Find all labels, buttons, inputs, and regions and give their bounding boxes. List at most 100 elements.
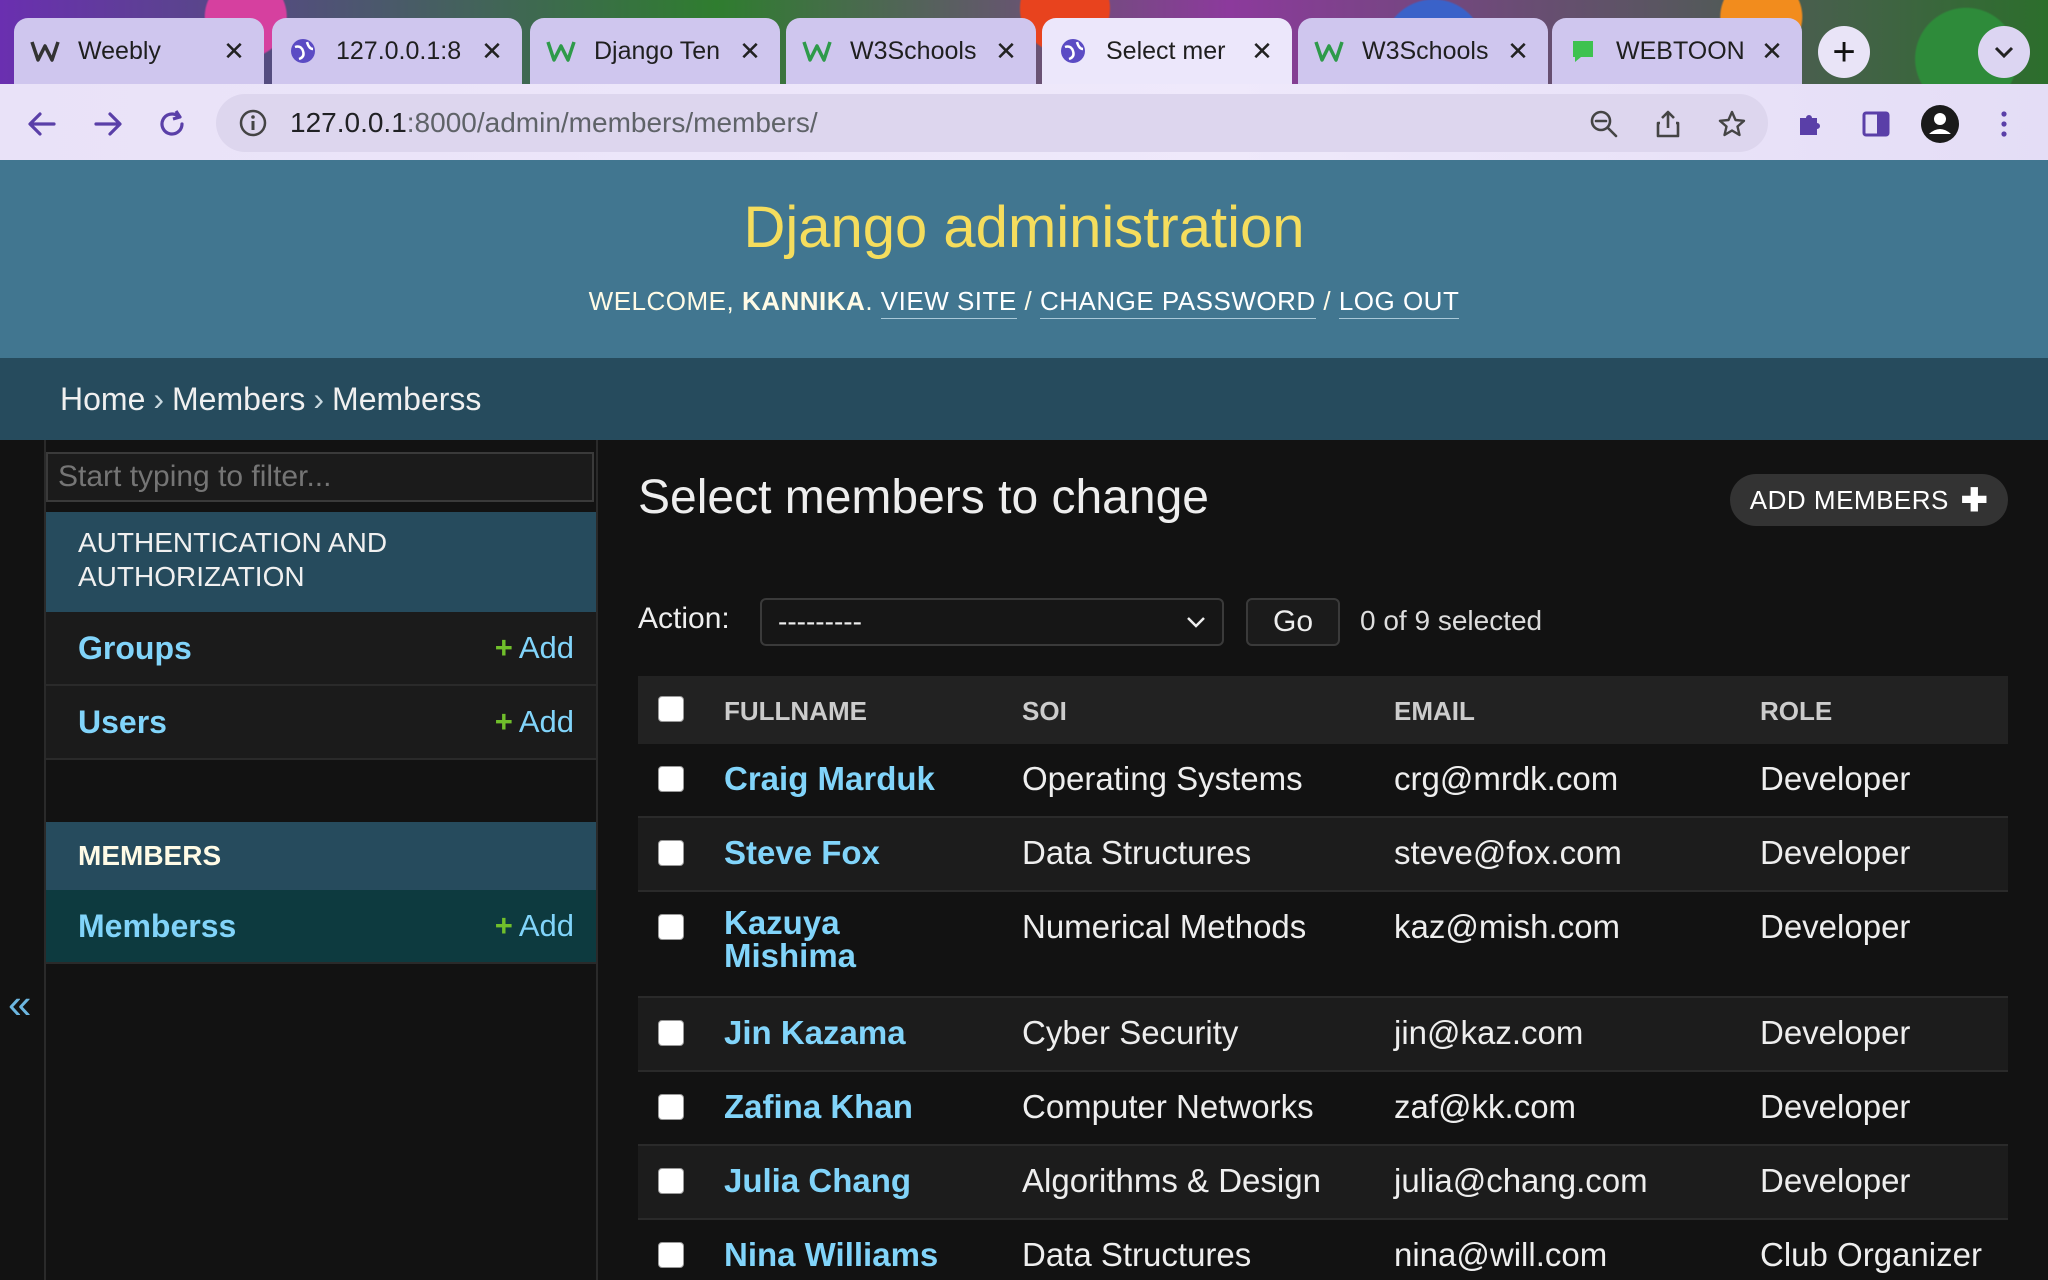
w3schools-icon	[546, 36, 576, 66]
breadcrumb-home[interactable]: Home	[60, 381, 145, 418]
row-email: crg@mrdk.com	[1394, 760, 1619, 797]
collapse-sidebar-icon[interactable]: «	[8, 980, 31, 1028]
row-email: julia@chang.com	[1394, 1162, 1648, 1199]
add-members-button[interactable]: ADD MEMBERS ✚	[1730, 474, 2008, 526]
tab-title: WEBTOON	[1616, 36, 1745, 65]
browser-tab-weebly[interactable]: Weebly ✕	[14, 18, 264, 84]
browser-tab-webtoon[interactable]: WEBTOON ✕	[1552, 18, 1802, 84]
row-soi: Data Structures	[1022, 834, 1252, 871]
back-button[interactable]	[22, 104, 62, 144]
row-role: Developer	[1760, 760, 1911, 797]
row-fullname-link[interactable]: Nina Williams	[724, 1236, 938, 1274]
info-icon[interactable]	[236, 106, 270, 140]
w3schools-icon	[802, 36, 832, 66]
row-fullname-link[interactable]: Craig Marduk	[724, 760, 935, 798]
profile-button[interactable]	[1920, 104, 1960, 144]
row-role: Developer	[1760, 834, 1911, 871]
browser-tab-localhost[interactable]: 127.0.0.1:8 ✕	[272, 18, 522, 84]
app-caption-auth[interactable]: AUTHENTICATION AND AUTHORIZATION	[46, 512, 596, 612]
browser-tab-django-tem[interactable]: Django Ten ✕	[530, 18, 780, 84]
bookmark-button[interactable]	[1712, 104, 1752, 144]
row-fullname-link[interactable]: Julia Chang	[724, 1162, 911, 1200]
action-select[interactable]: ---------	[760, 598, 1224, 646]
browser-menu-button[interactable]	[1984, 104, 2024, 144]
close-icon[interactable]: ✕	[736, 36, 764, 67]
browser-tab-w3schools[interactable]: W3Schools ✕	[1298, 18, 1548, 84]
app-caption-members[interactable]: MEMBERS	[46, 822, 596, 890]
site-title[interactable]: Django administration	[0, 194, 2048, 261]
row-checkbox[interactable]	[658, 840, 684, 866]
add-groups-link[interactable]: + Add	[495, 630, 574, 666]
sidebar-toggle-strip[interactable]	[0, 440, 46, 1280]
row-role: Developer	[1760, 908, 1911, 945]
url-host: 127.0.0.1	[290, 107, 407, 138]
selection-counter: 0 of 9 selected	[1360, 605, 1543, 636]
add-label: Add	[518, 630, 574, 665]
row-checkbox[interactable]	[658, 766, 684, 792]
column-header-email[interactable]: EMAIL	[1394, 696, 1475, 727]
log-out-link[interactable]: LOG OUT	[1338, 286, 1460, 319]
close-icon[interactable]: ✕	[220, 36, 248, 67]
row-checkbox[interactable]	[658, 1094, 684, 1120]
row-email: nina@will.com	[1394, 1236, 1608, 1273]
sidebar-item-users[interactable]: Users + Add	[46, 686, 596, 760]
globe-icon	[1058, 36, 1088, 66]
tab-title: Weebly	[78, 36, 161, 65]
browser-tab-select-members[interactable]: Select mer ✕	[1042, 18, 1292, 84]
close-icon[interactable]: ✕	[478, 36, 506, 67]
webtoon-icon	[1568, 36, 1598, 66]
forward-button[interactable]	[88, 104, 128, 144]
row-checkbox[interactable]	[658, 914, 684, 940]
weebly-icon	[30, 36, 60, 66]
row-fullname-link[interactable]: Steve Fox	[724, 834, 880, 872]
row-soi: Cyber Security	[1022, 1014, 1239, 1051]
row-checkbox[interactable]	[658, 1168, 684, 1194]
breadcrumb-separator: ›	[313, 380, 325, 417]
row-fullname-link[interactable]: Zafina Khan	[724, 1088, 913, 1126]
add-users-link[interactable]: + Add	[495, 704, 574, 740]
browser-tab-w3schools[interactable]: W3Schools ✕	[786, 18, 1036, 84]
column-header-soi[interactable]: SOI	[1022, 696, 1067, 727]
go-button[interactable]: Go	[1246, 598, 1340, 646]
page-title: Select members to change	[638, 471, 1209, 524]
row-fullname-link[interactable]: Jin Kazama	[724, 1014, 906, 1052]
breadcrumb-app[interactable]: Members	[172, 381, 305, 418]
address-bar[interactable]: 127.0.0.1:8000/admin/members/members/	[216, 94, 1768, 152]
reload-button[interactable]	[152, 104, 192, 144]
new-tab-button[interactable]: +	[1818, 26, 1870, 78]
row-checkbox[interactable]	[658, 1020, 684, 1046]
sidebar-item-groups[interactable]: Groups + Add	[46, 612, 596, 686]
side-panel-icon	[1862, 111, 1890, 137]
view-site-link[interactable]: VIEW SITE	[880, 286, 1017, 319]
side-panel-button[interactable]	[1856, 104, 1896, 144]
change-password-link[interactable]: CHANGE PASSWORD	[1039, 286, 1316, 319]
avatar-icon	[1921, 105, 1959, 143]
sidebar-item-label[interactable]: Memberss	[78, 908, 495, 945]
chevron-down-icon	[1187, 617, 1205, 628]
add-memberss-link[interactable]: + Add	[495, 908, 574, 944]
sidebar-item-label[interactable]: Users	[78, 704, 495, 741]
browser-tab-strip: Weebly ✕ 127.0.0.1:8 ✕ Django Ten ✕ W3Sc…	[0, 0, 2048, 84]
close-icon[interactable]: ✕	[992, 36, 1020, 67]
tab-title: W3Schools	[850, 36, 977, 65]
close-icon[interactable]: ✕	[1758, 36, 1786, 67]
separator: /	[1315, 286, 1339, 316]
breadcrumb-current: Memberss	[332, 380, 482, 417]
column-header-role[interactable]: ROLE	[1760, 696, 1832, 727]
sidebar-item-label[interactable]: Groups	[78, 630, 495, 667]
close-icon[interactable]: ✕	[1248, 36, 1276, 67]
sidebar-filter-input[interactable]	[46, 452, 594, 502]
tab-title: Django Ten	[594, 36, 721, 65]
column-header-fullname[interactable]: FULLNAME	[724, 696, 867, 727]
select-all-checkbox[interactable]	[658, 696, 684, 722]
extensions-button[interactable]	[1790, 104, 1830, 144]
sidebar-item-memberss[interactable]: Memberss + Add	[46, 890, 596, 964]
tab-search-button[interactable]	[1978, 26, 2030, 78]
row-fullname-link[interactable]: Kazuya Mishima	[724, 906, 904, 972]
zoom-button[interactable]	[1584, 104, 1624, 144]
puzzle-icon	[1800, 115, 1820, 135]
share-button[interactable]	[1648, 104, 1688, 144]
plus-icon: +	[494, 908, 513, 943]
row-checkbox[interactable]	[658, 1242, 684, 1268]
close-icon[interactable]: ✕	[1504, 36, 1532, 67]
